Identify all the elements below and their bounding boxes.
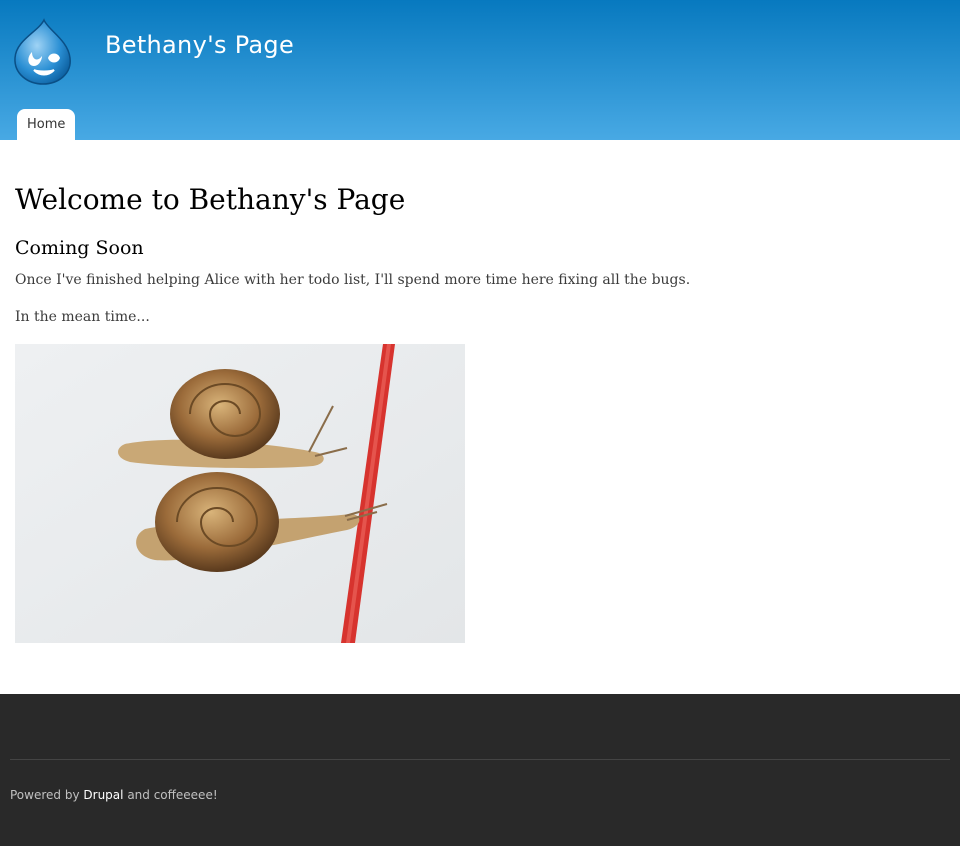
site-name[interactable]: Bethany's Page xyxy=(105,31,294,59)
main-content: Welcome to Bethany's Page Coming Soon On… xyxy=(0,140,960,694)
drupal-link[interactable]: Drupal xyxy=(83,788,123,802)
page-title: Welcome to Bethany's Page xyxy=(15,183,406,216)
snails-photo xyxy=(15,344,465,643)
powered-by: Powered by Drupal and coffeeeee! xyxy=(10,788,218,802)
primary-tabs: Home xyxy=(17,109,76,140)
powered-suffix: and coffeeeee! xyxy=(127,788,218,802)
site-footer: Powered by Drupal and coffeeeee! xyxy=(0,694,960,846)
powered-prefix: Powered by xyxy=(10,788,80,802)
section-heading: Coming Soon xyxy=(15,237,144,259)
meantime-paragraph: In the mean time... xyxy=(15,309,150,325)
site-header: Bethany's Page Home xyxy=(0,0,960,140)
footer-divider xyxy=(10,759,950,760)
drupal-logo-icon[interactable] xyxy=(12,18,74,86)
tab-home[interactable]: Home xyxy=(17,109,76,140)
intro-paragraph: Once I've finished helping Alice with he… xyxy=(15,272,691,288)
